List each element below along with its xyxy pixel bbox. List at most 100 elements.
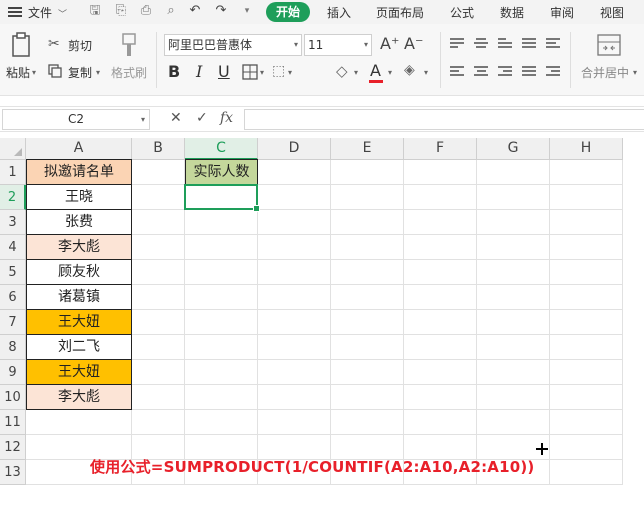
row-header-12[interactable]: 12 — [0, 435, 26, 460]
name-box[interactable]: C2 ▾ — [2, 109, 150, 130]
row-header-1[interactable]: 1 — [0, 160, 26, 185]
font-color-icon[interactable]: A — [370, 61, 381, 80]
scissors-icon[interactable]: ✂ — [48, 36, 60, 52]
increase-font-icon[interactable]: A⁺ — [380, 34, 399, 53]
column-header-b[interactable]: B — [132, 138, 185, 160]
cell-c8[interactable] — [185, 335, 258, 360]
cell-a11[interactable] — [26, 410, 132, 435]
cell-b2[interactable] — [132, 185, 185, 210]
cell-d10[interactable] — [258, 385, 331, 410]
cell-a1[interactable]: 拟邀请名单 — [26, 159, 132, 185]
export-icon[interactable]: ⎘ — [114, 4, 128, 18]
cell-b3[interactable] — [132, 210, 185, 235]
column-header-a[interactable]: A — [26, 138, 132, 160]
cell-f6[interactable] — [404, 285, 477, 310]
column-header-d[interactable]: D — [258, 138, 331, 160]
cell-f10[interactable] — [404, 385, 477, 410]
cell-d8[interactable] — [258, 335, 331, 360]
cell-d4[interactable] — [258, 235, 331, 260]
italic-button[interactable]: I — [196, 62, 202, 81]
cell-d1[interactable] — [258, 160, 331, 185]
quick-access-dropdown-icon[interactable]: ▾ — [240, 4, 254, 18]
cell-d5[interactable] — [258, 260, 331, 285]
cell-h10[interactable] — [550, 385, 623, 410]
cell-d3[interactable] — [258, 210, 331, 235]
row-header-9[interactable]: 9 — [0, 360, 26, 385]
cell-c10[interactable] — [185, 385, 258, 410]
cell-f1[interactable] — [404, 160, 477, 185]
cell-c1[interactable]: 实际人数 — [185, 159, 258, 185]
cell-h5[interactable] — [550, 260, 623, 285]
align-right-icon[interactable] — [498, 66, 512, 76]
cell-c4[interactable] — [185, 235, 258, 260]
cell-e5[interactable] — [331, 260, 404, 285]
cell-g1[interactable] — [477, 160, 550, 185]
menu-icon[interactable] — [8, 7, 22, 17]
cell-b11[interactable] — [132, 410, 185, 435]
distribute-icon[interactable] — [522, 66, 536, 76]
cell-e11[interactable] — [331, 410, 404, 435]
align-middle-icon[interactable] — [474, 38, 488, 48]
column-header-c[interactable]: C — [185, 138, 258, 160]
cell-g3[interactable] — [477, 210, 550, 235]
cell-f5[interactable] — [404, 260, 477, 285]
row-header-4[interactable]: 4 — [0, 235, 26, 260]
row-header-6[interactable]: 6 — [0, 285, 26, 310]
cell-g4[interactable] — [477, 235, 550, 260]
cell-a7[interactable]: 王大妞 — [26, 309, 132, 335]
cell-g7[interactable] — [477, 310, 550, 335]
border-dropdown-icon[interactable]: ▾ — [260, 68, 264, 77]
cancel-icon[interactable]: ✕ — [170, 110, 182, 126]
merge-center-button[interactable]: 合并居中 — [581, 64, 629, 81]
row-header-2[interactable]: 2 — [0, 185, 26, 210]
chevron-down-icon[interactable]: ﹀ — [58, 7, 67, 20]
cell-a5[interactable]: 顾友秋 — [26, 259, 132, 285]
align-bottom-icon[interactable] — [498, 38, 512, 48]
cell-b7[interactable] — [132, 310, 185, 335]
cell-g2[interactable] — [477, 185, 550, 210]
cell-e8[interactable] — [331, 335, 404, 360]
cell-style-icon[interactable]: ⬚ — [272, 63, 285, 79]
row-header-7[interactable]: 7 — [0, 310, 26, 335]
paste-dropdown-icon[interactable]: ▾ — [32, 68, 36, 77]
tab-formulas[interactable]: 公式 — [450, 4, 474, 21]
underline-button[interactable]: U — [218, 62, 230, 81]
cell-b4[interactable] — [132, 235, 185, 260]
cell-f8[interactable] — [404, 335, 477, 360]
row-header-5[interactable]: 5 — [0, 260, 26, 285]
cell-a6[interactable]: 诸葛镇 — [26, 284, 132, 310]
tab-data[interactable]: 数据 — [500, 4, 524, 21]
formula-input[interactable] — [244, 109, 644, 130]
merge-icon[interactable] — [597, 34, 621, 56]
align-left-icon[interactable] — [450, 66, 464, 76]
decrease-font-icon[interactable]: A⁻ — [404, 34, 423, 53]
cell-e2[interactable] — [331, 185, 404, 210]
row-header-13[interactable]: 13 — [0, 460, 26, 485]
paint-brush-icon[interactable] — [120, 32, 138, 58]
cell-b5[interactable] — [132, 260, 185, 285]
cell-d7[interactable] — [258, 310, 331, 335]
undo-icon[interactable]: ↶ — [188, 4, 202, 18]
cell-h6[interactable] — [550, 285, 623, 310]
cell-f7[interactable] — [404, 310, 477, 335]
cell-c6[interactable] — [185, 285, 258, 310]
cell-a9[interactable]: 王大妞 — [26, 359, 132, 385]
clear-icon[interactable]: ◈ — [404, 62, 415, 78]
confirm-icon[interactable]: ✓ — [196, 110, 208, 126]
cell-d11[interactable] — [258, 410, 331, 435]
cell-g6[interactable] — [477, 285, 550, 310]
cell-h13[interactable] — [550, 460, 623, 485]
tab-insert[interactable]: 插入 — [327, 4, 351, 21]
cell-h7[interactable] — [550, 310, 623, 335]
clear-dropdown-icon[interactable]: ▾ — [424, 68, 428, 77]
indent-icon[interactable] — [546, 66, 560, 76]
preview-icon[interactable]: ⌕ — [164, 4, 178, 18]
paste-button[interactable]: 粘贴 — [6, 64, 30, 81]
tab-home[interactable]: 开始 — [266, 2, 310, 22]
save-icon[interactable]: 🖫 — [88, 4, 102, 18]
row-header-11[interactable]: 11 — [0, 410, 26, 435]
cell-a4[interactable]: 李大彪 — [26, 234, 132, 260]
cell-f3[interactable] — [404, 210, 477, 235]
align-justify-icon[interactable] — [522, 38, 536, 48]
cell-g11[interactable] — [477, 410, 550, 435]
